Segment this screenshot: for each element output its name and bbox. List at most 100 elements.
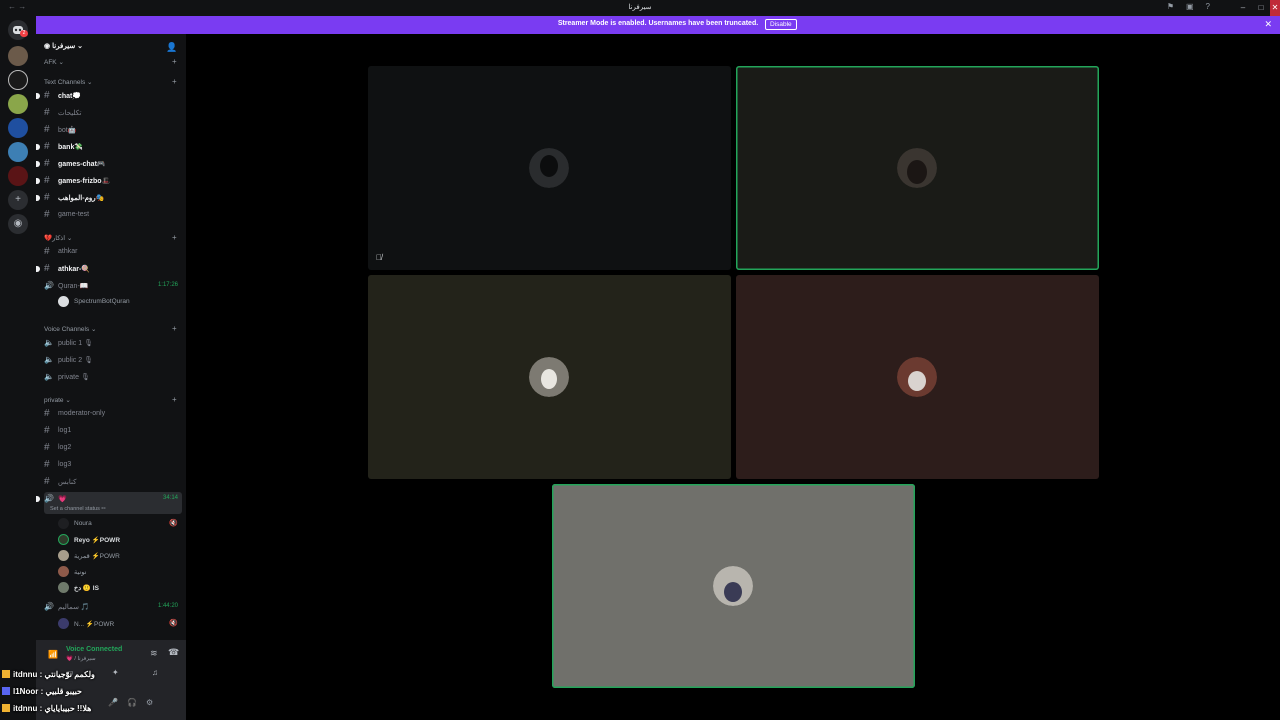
maximize-button[interactable]: □ — [1252, 0, 1270, 16]
channel-label: game-test — [58, 211, 90, 218]
voice-user[interactable]: Noura 🔇 — [58, 517, 182, 531]
avatar — [58, 582, 69, 593]
avatar — [58, 618, 69, 629]
channel-label: كنابس — [58, 479, 77, 486]
participant-tile[interactable]: 🎙̸ — [368, 66, 731, 270]
minimize-button[interactable]: – — [1234, 0, 1252, 16]
voice-channel-second[interactable]: 🔊 سماليم 🎵 1:44:20 — [44, 600, 182, 614]
channel-status-prompt[interactable]: Set a channel status ✏ — [50, 506, 106, 512]
invite-people-icon[interactable]: 👤 — [166, 42, 177, 53]
category-athkar[interactable]: 💔اذكار ⌄ + — [44, 233, 177, 242]
channel-takleehat[interactable]: # تكليحات — [44, 106, 182, 120]
participant-tile[interactable] — [368, 275, 731, 479]
voice-user[interactable]: قمرية ⚡POWR — [58, 549, 182, 563]
window-title: سيرفرنا — [628, 4, 652, 11]
category-voice-channels[interactable]: Voice Channels ⌄ + — [44, 324, 177, 333]
channel-label: games-frizbo🎩 — [58, 178, 111, 185]
category-private[interactable]: private ⌄ + — [44, 395, 177, 404]
channel-log3[interactable]: # log3 — [44, 458, 182, 472]
server-avatar-6[interactable] — [8, 166, 28, 186]
channel-chat[interactable]: # chat💭 — [36, 89, 182, 103]
flag-icon[interactable]: ⚑ — [1167, 2, 1174, 11]
channel-label: public 2 🎙 — [58, 357, 93, 364]
server-avatar-1[interactable] — [8, 46, 28, 66]
voice-connected-title[interactable]: Voice Connected — [66, 646, 122, 653]
channel-moderator-only[interactable]: # moderator-only — [44, 407, 182, 421]
avatar — [897, 148, 937, 188]
user-name: N... ⚡POWR — [74, 621, 115, 628]
discover-icon[interactable]: ◉ — [8, 214, 28, 234]
overlay-message: itdnnu : هلا!! حبيباياياي — [2, 704, 91, 718]
channel-talents[interactable]: # روم-المواهب🎭 — [36, 191, 182, 205]
participant-tile[interactable] — [736, 275, 1099, 479]
voice-channel-public-2[interactable]: 🔈 public 2 🎙 — [44, 353, 182, 367]
avatar — [897, 357, 937, 397]
category-text-channels[interactable]: Text Channels ⌄ + — [44, 77, 177, 86]
channel-games-chat[interactable]: # games-chat🎮 — [36, 157, 182, 171]
inbox-icon[interactable]: ▣ — [1186, 2, 1194, 11]
chat-overlay: itdnnu : ولكمم نوّجيانتي l1Noor : حبيبو … — [0, 670, 200, 720]
category-label: اذكار — [52, 235, 66, 242]
disconnect-icon[interactable]: ☎ — [168, 647, 179, 658]
avatar — [529, 148, 569, 188]
hash-icon: # — [44, 476, 50, 487]
create-channel-icon[interactable]: + — [172, 324, 177, 333]
channel-bot[interactable]: # bot🤖 — [44, 123, 182, 137]
category-label: Text Channels — [44, 79, 86, 86]
voice-user[interactable]: N... ⚡POWR 🔇 — [58, 617, 182, 631]
participant-tile[interactable] — [552, 484, 915, 688]
user-badge — [2, 704, 10, 712]
channel-label: bot🤖 — [58, 127, 77, 134]
server-avatar-3[interactable] — [8, 94, 28, 114]
guild-header[interactable]: ◉ سيرفرنا ⌄ — [44, 42, 83, 50]
channel-knabs[interactable]: # كنابس — [44, 475, 182, 489]
server-avatar-4[interactable] — [8, 118, 28, 138]
server-avatar-5[interactable] — [8, 142, 28, 162]
voice-user[interactable]: Reyo ⚡POWR — [58, 533, 182, 547]
hash-icon: # — [44, 442, 50, 453]
voice-user[interactable]: دخ 🙂 IS — [58, 581, 182, 595]
disable-streamer-mode-button[interactable]: Disable — [765, 19, 797, 30]
voice-user[interactable]: SpectrumBotQuran — [58, 295, 182, 309]
voice-channel-private[interactable]: 🔈 private 🎙 — [44, 370, 182, 384]
channel-label: athkar-🍭 — [58, 266, 91, 273]
avatar — [713, 566, 753, 606]
create-channel-icon[interactable]: + — [172, 395, 177, 404]
channel-athkar[interactable]: # athkar — [44, 245, 182, 259]
overlay-user: itdnnu — [13, 704, 38, 713]
channel-log2[interactable]: # log2 — [44, 441, 182, 455]
channel-games-frizbo[interactable]: # games-frizbo🎩 — [36, 174, 182, 188]
muted-mic-icon: 🎙̸ — [376, 253, 382, 262]
help-icon[interactable]: ? — [1206, 2, 1210, 11]
channel-athkar-2[interactable]: # athkar-🍭 — [36, 262, 182, 276]
channel-bank[interactable]: # bank💸 — [36, 140, 182, 154]
speaker-icon: 🔈 — [44, 355, 54, 364]
channel-game-test[interactable]: # game-test — [44, 208, 182, 222]
guild-name: سيرفرنا — [52, 43, 76, 50]
create-channel-icon[interactable]: + — [172, 233, 177, 242]
signal-icon[interactable]: 📶 — [48, 650, 58, 659]
afk-category[interactable]: AFK ⌄ + — [44, 57, 177, 66]
channel-label: Quran-📖 — [58, 283, 89, 290]
voice-channel-quran[interactable]: 🔊 Quran-📖 1:17:26 — [44, 279, 182, 293]
afk-add-icon[interactable]: + — [172, 57, 177, 66]
banner-close-icon[interactable]: ✕ — [1264, 19, 1272, 30]
channel-log1[interactable]: # log1 — [44, 424, 182, 438]
hash-icon: # — [44, 246, 50, 257]
close-window-button[interactable]: ✕ — [1270, 0, 1280, 16]
speaker-icon: 🔊 — [44, 494, 54, 503]
voice-user[interactable]: نونية — [58, 565, 182, 579]
server-avatar-2[interactable] — [8, 70, 28, 90]
streamer-mode-banner: Streamer Mode is enabled. Usernames have… — [36, 16, 1280, 34]
unread-indicator — [36, 266, 40, 272]
add-server-icon[interactable]: + — [8, 190, 28, 210]
create-channel-icon[interactable]: + — [172, 77, 177, 86]
voice-channel-public-1[interactable]: 🔈 public 1 🎙 — [44, 336, 182, 350]
participant-tile[interactable] — [736, 66, 1099, 270]
hash-icon: # — [44, 124, 50, 135]
unread-indicator — [36, 178, 40, 184]
channel-label: moderator-only — [58, 410, 106, 417]
noise-suppression-icon[interactable]: ≋ — [150, 648, 158, 659]
hash-icon: # — [44, 209, 50, 220]
voice-stage: 🎙̸ — [186, 34, 1280, 720]
